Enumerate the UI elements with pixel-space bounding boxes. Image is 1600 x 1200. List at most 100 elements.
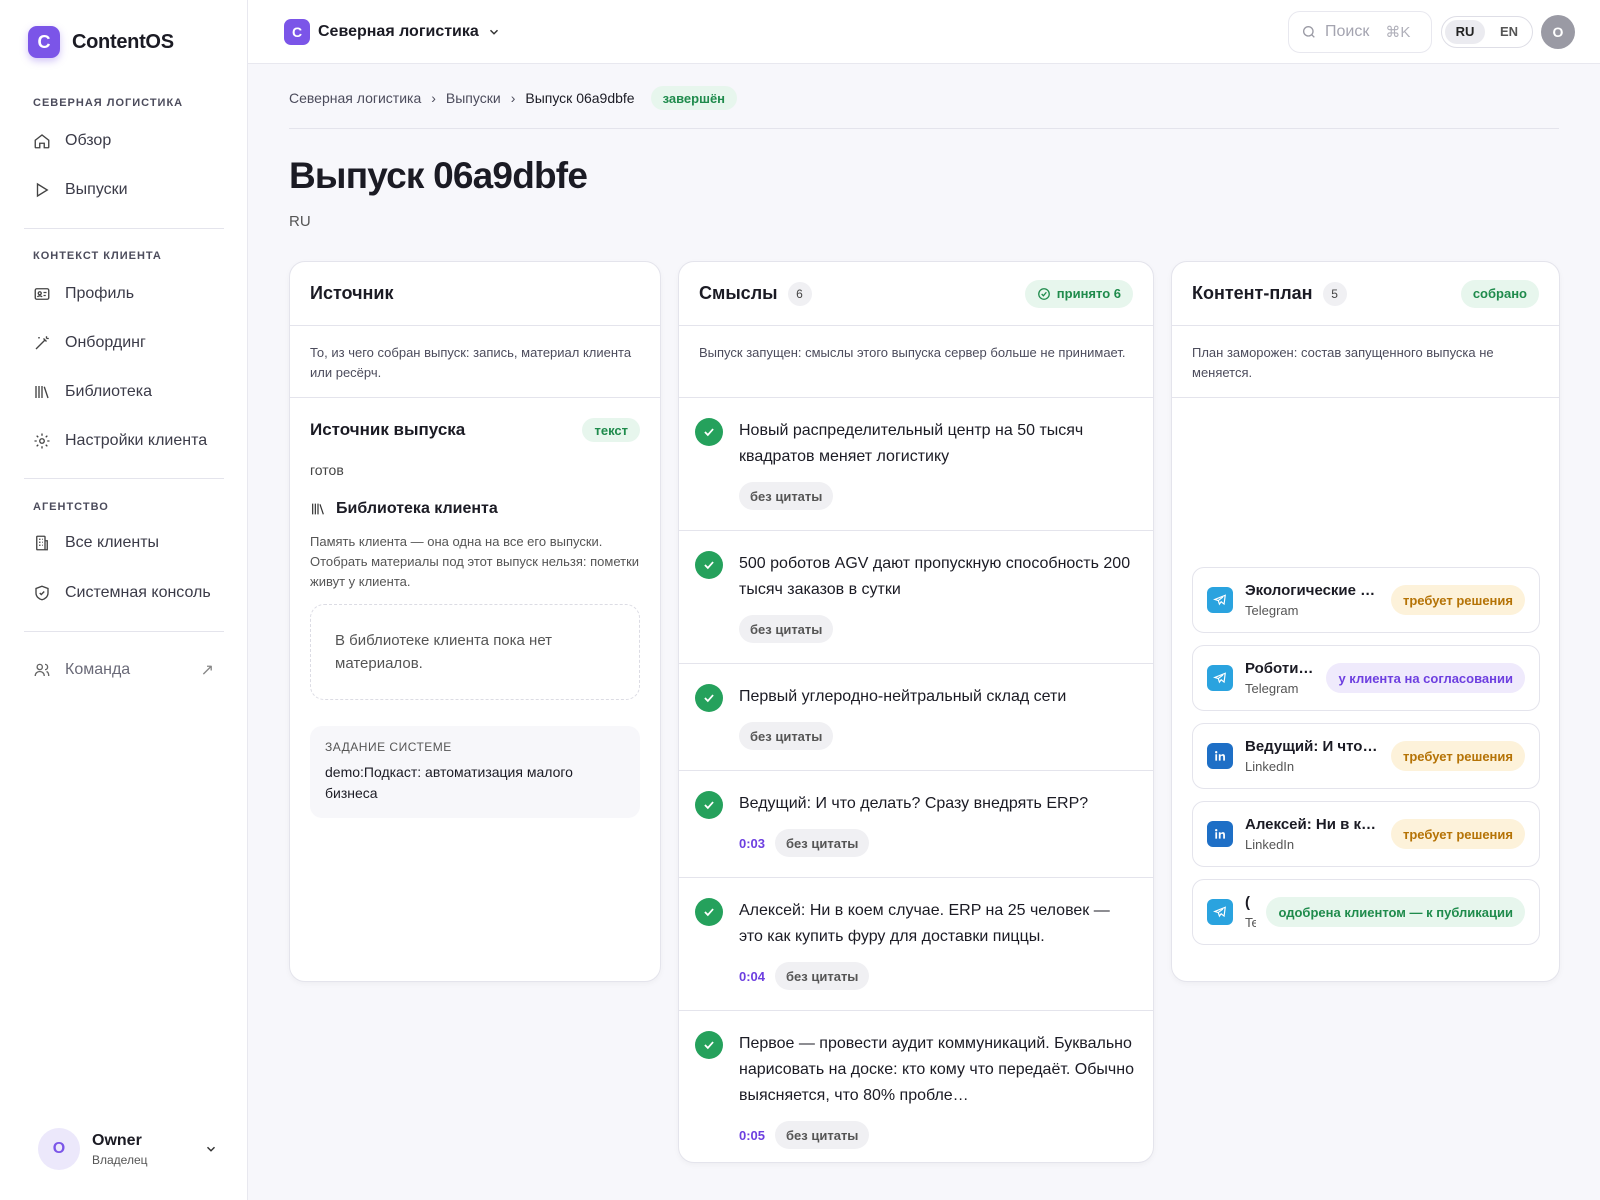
sidebar-item-client-settings[interactable]: Настройки клиента [24, 423, 224, 459]
meaning-item[interactable]: Ведущий: И что делать? Сразу внедрять ER… [679, 771, 1153, 878]
content-plan-item[interactable]: Экологические … Telegram требует решения [1192, 567, 1540, 633]
divider [289, 128, 1559, 129]
check-icon [695, 418, 723, 446]
lang-ru[interactable]: RU [1445, 20, 1485, 44]
search-placeholder: Поиск [1325, 23, 1370, 40]
meaning-item[interactable]: Первое — провести аудит коммуникаций. Бу… [679, 1011, 1153, 1162]
card-description: Выпуск запущен: смыслы этого выпуска сер… [679, 326, 1153, 398]
content-plan-item[interactable]: Роботи… Telegram у клиента на согласован… [1192, 645, 1540, 711]
card-header: Источник [290, 262, 660, 326]
library-icon [33, 383, 51, 401]
sidebar-item-system-console[interactable]: Системная консоль [24, 575, 224, 611]
search-button[interactable]: Поиск ⌘K [1288, 11, 1432, 53]
sidebar-item-label: Команда [65, 661, 131, 678]
language-switcher: RU EN [1441, 16, 1533, 48]
logo-mark: C [28, 26, 60, 58]
avatar[interactable]: О [1541, 15, 1575, 49]
user-menu[interactable]: О Owner Владелец [38, 1128, 218, 1170]
plan-item-channel: LinkedIn [1245, 837, 1295, 852]
lang-en[interactable]: EN [1489, 20, 1529, 44]
plan-item-title: Экологические … [1245, 582, 1376, 599]
app-logo[interactable]: C ContentOS [28, 26, 174, 58]
plan-item-channel: LinkedIn [1245, 759, 1295, 774]
meaning-footer: 0:04 без цитаты [739, 962, 1137, 990]
card-title: Контент-план [1192, 283, 1313, 303]
page-subtitle: RU [289, 213, 311, 230]
content-plan-item[interactable]: Ведущий: И что… LinkedIn требует решения [1192, 723, 1540, 789]
divider [24, 631, 224, 632]
plan-item-status: требует решения [1391, 741, 1525, 771]
meaning-footer: без цитаты [739, 722, 1066, 750]
card-description: То, из чего собран выпуск: запись, матер… [290, 326, 660, 398]
plan-item-channel: Telegram [1245, 603, 1299, 618]
sidebar-item-label: Системная консоль [65, 584, 211, 601]
meaning-text: Ведущий: И что делать? Сразу внедрять ER… [739, 795, 1089, 812]
check-icon [695, 791, 723, 819]
check-icon [695, 684, 723, 712]
plan-item-status: требует решения [1391, 585, 1525, 615]
sidebar-item-team[interactable]: Команда ↗ [24, 652, 224, 688]
timestamp-link[interactable]: 0:04 [739, 969, 765, 984]
sidebar-item-overview[interactable]: Обзор [24, 123, 224, 159]
chevron-down-icon [204, 1142, 218, 1156]
sidebar-item-library[interactable]: Библиотека [24, 374, 224, 410]
user-name: Owner [92, 1131, 142, 1149]
meaning-item[interactable]: Первый углеродно-нейтральный склад сети … [679, 664, 1153, 771]
quote-badge: без цитаты [775, 829, 870, 857]
sidebar-item-releases[interactable]: Выпуски [24, 172, 224, 208]
card-header: Смыслы 6 принято 6 [679, 262, 1153, 326]
meaning-item[interactable]: Алексей: Ни в коем случае. ERP на 25 чел… [679, 878, 1153, 1011]
status-badge: принято 6 [1024, 279, 1133, 308]
workspace-switcher[interactable]: C Северная логистика [284, 19, 501, 45]
meaning-text: 500 роботов AGV дают пропускную способно… [739, 555, 1131, 598]
meaning-item[interactable]: 500 роботов AGV дают пропускную способно… [679, 531, 1153, 664]
plan-item-channel: Telegram [1245, 681, 1299, 696]
telegram-icon [1207, 899, 1233, 925]
app-name: ContentOS [72, 30, 174, 53]
library-description: Память клиента — она одна на все его вып… [310, 534, 640, 589]
sidebar-item-label: Профиль [65, 285, 135, 302]
sidebar-item-label: Выпуски [65, 181, 128, 198]
content-plan-item[interactable]: ( Tele одобрена клиентом — к публикации [1192, 879, 1540, 945]
sidebar-item-label: Онбординг [65, 334, 146, 351]
check-icon [695, 551, 723, 579]
sidebar-item-onboarding[interactable]: Онбординг [24, 325, 224, 361]
content-plan-card: Контент-план 5 собрано План заморожен: с… [1171, 261, 1560, 982]
chevron-down-icon [487, 25, 501, 39]
meaning-text: Алексей: Ни в коем случае. ERP на 25 чел… [739, 902, 1110, 945]
users-icon [33, 661, 51, 679]
meaning-text: Первое — провести аудит коммуникаций. Бу… [739, 1035, 1134, 1104]
card-title: Источник [310, 283, 394, 303]
workspace-name: Северная логистика [318, 23, 479, 40]
timestamp-link[interactable]: 0:05 [739, 1128, 765, 1143]
plan-item-status: требует решения [1391, 819, 1525, 849]
content-plan-item[interactable]: Алексей: Ни в к… LinkedIn требует решени… [1192, 801, 1540, 867]
sidebar-item-profile[interactable]: Профиль [24, 276, 224, 312]
shield-icon [33, 584, 51, 602]
section-title-client: СЕВЕРНАЯ ЛОГИСТИКА [33, 97, 184, 109]
avatar: О [38, 1128, 80, 1170]
linkedin-icon [1207, 821, 1233, 847]
count-badge: 6 [787, 281, 812, 306]
check-icon [695, 898, 723, 926]
meanings-card: Смыслы 6 принято 6 Выпуск запущен: смысл… [678, 261, 1154, 1163]
meaning-footer: 0:05 без цитаты [739, 1121, 1137, 1149]
plan-item-title: Алексей: Ни в к… [1245, 816, 1377, 833]
quote-badge: без цитаты [739, 722, 834, 750]
sidebar-item-all-clients[interactable]: Все клиенты [24, 525, 224, 561]
meaning-footer: 0:03 без цитаты [739, 829, 1088, 857]
source-type-badge: текст [582, 418, 640, 442]
source-status: готов [310, 462, 344, 478]
system-task: ЗАДАНИЕ СИСТЕМЕ demo:Подкаст: автоматиза… [310, 726, 640, 818]
meaning-item[interactable]: Новый распределительный центр на 50 тыся… [679, 398, 1153, 531]
meaning-text: Первый углеродно-нейтральный склад сети [739, 688, 1067, 705]
external-link-icon: ↗ [200, 662, 214, 679]
telegram-icon [1207, 665, 1233, 691]
breadcrumb-item[interactable]: Выпуски [446, 90, 501, 106]
plan-item-title: Ведущий: И что… [1245, 738, 1378, 755]
source-card: Источник То, из чего собран выпуск: запи… [289, 261, 661, 982]
building-icon [33, 534, 51, 552]
breadcrumb-item[interactable]: Северная логистика [289, 90, 421, 106]
timestamp-link[interactable]: 0:03 [739, 836, 765, 851]
status-badge: завершён [650, 86, 738, 110]
